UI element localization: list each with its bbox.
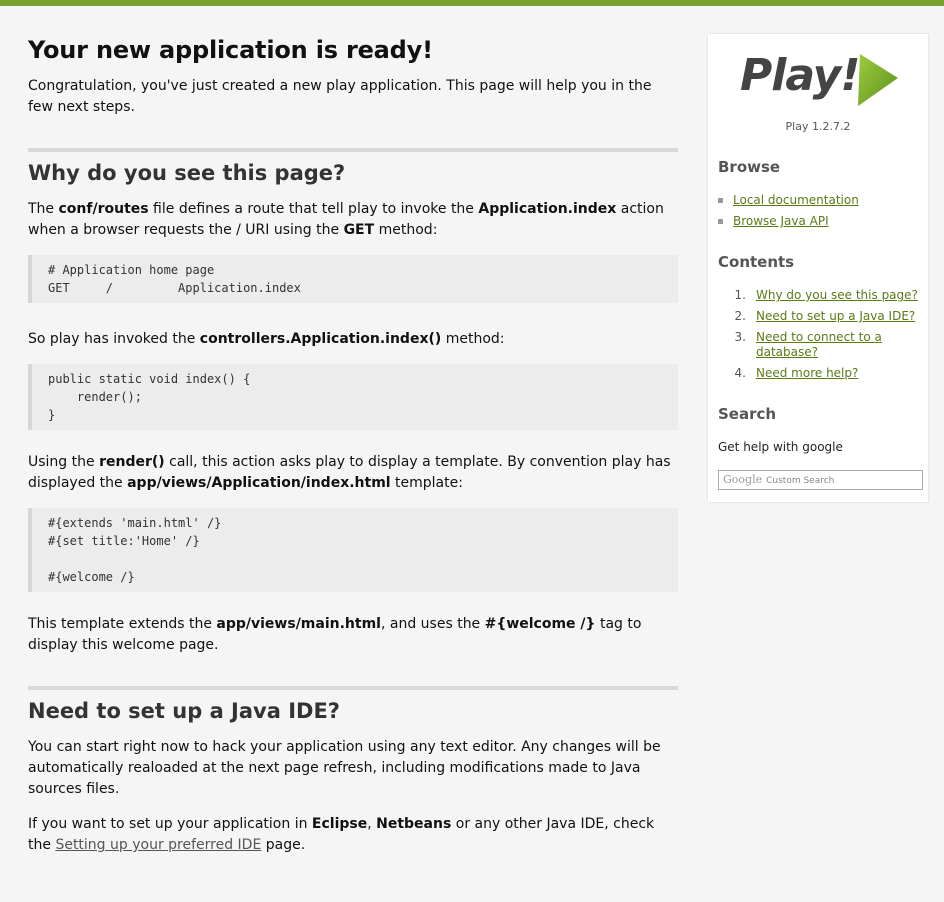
list-item: 3. Need to connect to a database?	[718, 330, 918, 360]
bullet-square-icon	[718, 198, 723, 203]
contents-link-ide[interactable]: Need to set up a Java IDE?	[756, 309, 915, 324]
list-item: Local documentation	[718, 190, 859, 211]
list-item: 4. Need more help?	[734, 366, 859, 381]
search-heading: Search	[718, 405, 777, 423]
section-heading-why: Why do you see this page?	[28, 148, 678, 185]
contents-link-why[interactable]: Why do you see this page?	[756, 288, 918, 303]
browse-list: Local documentation Browse Java API	[718, 190, 859, 232]
main-content: Your new application is ready! Congratul…	[28, 30, 678, 856]
top-accent-bar	[0, 0, 944, 6]
why-paragraph-3: Using the render() call, this action ask…	[28, 454, 671, 491]
google-search-input[interactable]: Google Custom Search	[718, 470, 923, 490]
search-placeholder: Custom Search	[766, 476, 835, 486]
list-item: 2. Need to set up a Java IDE?	[734, 309, 916, 324]
play-logo: Play!	[740, 50, 900, 112]
code-block-controller: public static void index() { render(); }	[28, 364, 678, 430]
browse-heading: Browse	[718, 158, 781, 176]
play-logo-text: Play!	[740, 50, 860, 101]
browse-java-api-link[interactable]: Browse Java API	[733, 214, 829, 228]
code-block-template: #{extends 'main.html' /} #{set title:'Ho…	[28, 508, 678, 592]
google-logo: Google	[723, 473, 763, 486]
list-item: Browse Java API	[718, 211, 859, 232]
contents-link-help[interactable]: Need more help?	[756, 366, 858, 381]
contents-link-database[interactable]: Need to connect to a database?	[756, 330, 896, 360]
sidebar: Play! Play 1.2.7.2 Browse Local document…	[708, 34, 928, 502]
intro-paragraph: Congratulation, you've just created a ne…	[28, 78, 652, 115]
page-title: Your new application is ready!	[28, 36, 433, 64]
section-heading-ide: Need to set up a Java IDE?	[28, 686, 678, 723]
contents-list: 1. Why do you see this page? 2. Need to se…	[718, 288, 918, 387]
bullet-square-icon	[718, 219, 723, 224]
why-paragraph-1: The conf/routes file defines a route tha…	[28, 201, 664, 238]
contents-heading: Contents	[718, 253, 795, 271]
play-triangle-icon	[858, 54, 898, 106]
version-label: Play 1.2.7.2	[785, 120, 851, 133]
ide-paragraph-2: If you want to set up your application i…	[28, 816, 655, 853]
local-documentation-link[interactable]: Local documentation	[733, 193, 859, 207]
why-paragraph-2: So play has invoked the controllers.Appl…	[28, 331, 505, 347]
why-paragraph-4: This template extends the app/views/main…	[28, 616, 642, 653]
ide-setup-link[interactable]: Setting up your preferred IDE	[55, 837, 261, 853]
code-block-routes: # Application home page GET / Applicatio…	[28, 255, 678, 303]
list-item: 1. Why do you see this page?	[734, 288, 918, 303]
ide-paragraph-1: You can start right now to hack your app…	[28, 739, 661, 797]
search-description: Get help with google	[718, 440, 843, 454]
